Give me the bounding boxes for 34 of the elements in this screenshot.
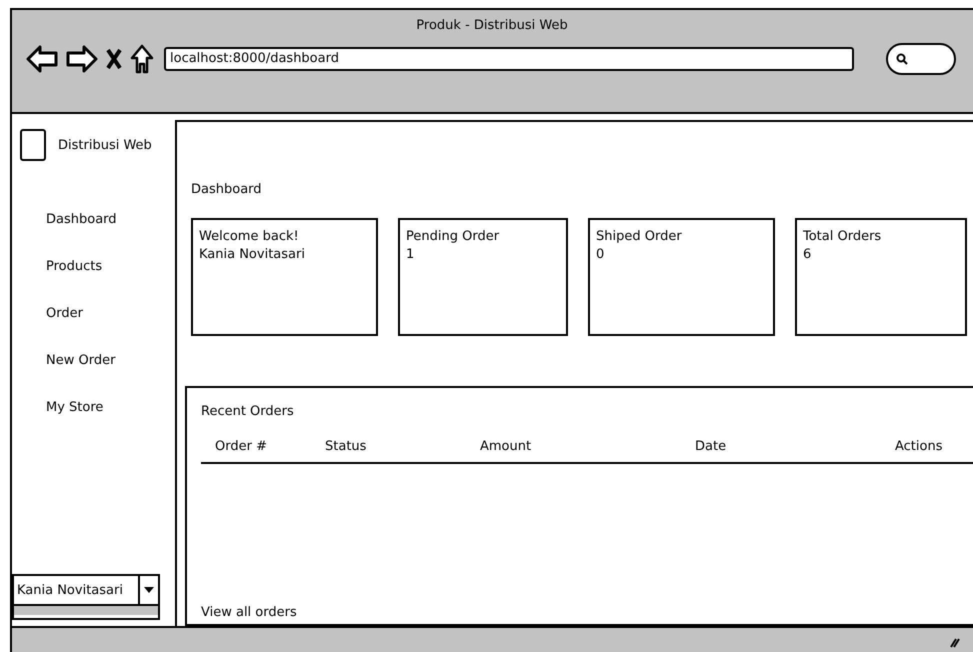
address-field[interactable]: localhost:8000/dashboard [164,47,854,71]
caret-icon [144,587,154,593]
search-icon [896,53,908,65]
card-title: Welcome back! [199,228,300,246]
close-icon[interactable] [106,48,122,70]
logo-placeholder [20,129,46,161]
window-title: Produk - Distribusi Web [415,17,569,33]
column-header: Order # [215,439,268,454]
column-header: Actions [895,439,944,454]
view-all-link[interactable]: View all orders [201,605,297,620]
back-icon[interactable] [26,45,58,73]
nav-link[interactable]: Order [46,303,172,325]
resize-grip-icon [950,636,960,648]
nav-link[interactable]: Products [46,256,172,278]
card-title: Total Orders [803,228,882,246]
home-icon[interactable] [130,44,154,74]
page-title: Dashboard [191,182,263,199]
card-title: Pending Order [406,228,500,246]
column-header: Date [695,439,728,454]
card-value: Kania Novitasari [199,246,306,264]
column-header: Status [325,439,368,454]
card-value: 0 [596,246,606,264]
card-title: Shiped Order [596,228,683,246]
nav-link[interactable]: My Store [46,397,172,419]
panel-title: Recent Orders [201,404,295,419]
user-dropdown[interactable]: Kania Novitasari [12,574,160,606]
card-value: 1 [406,246,416,264]
brand-name: Distribusi Web [58,138,152,152]
card-value: 6 [803,246,812,264]
column-header: Amount [480,439,532,454]
nav-link[interactable]: Dashboard [46,209,172,231]
nav-link[interactable]: New Order [46,350,172,372]
search-button[interactable] [886,43,956,75]
forward-icon[interactable] [66,45,98,73]
